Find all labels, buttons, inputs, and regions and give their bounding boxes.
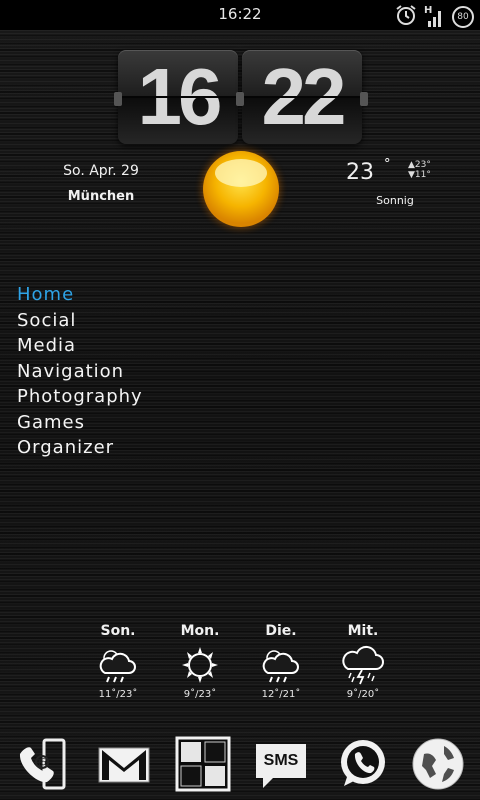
weather-date: So. Apr. 29 <box>63 163 139 179</box>
clock-hinge <box>360 92 368 106</box>
clock-hinge <box>114 92 122 106</box>
sun-icon <box>182 647 218 683</box>
rain-cloud-icon <box>99 650 136 683</box>
sms-button[interactable]: SMS <box>253 736 309 792</box>
menu-item-organizer[interactable]: Organizer <box>17 435 143 461</box>
app-dock: @ SMS <box>0 736 480 800</box>
phone-at-icon[interactable]: @ <box>14 736 70 792</box>
thunderstorm-icon <box>342 645 384 685</box>
clock-minutes[interactable]: 22 <box>242 50 362 144</box>
sun-icon[interactable] <box>190 140 292 238</box>
forecast-day[interactable]: Die. 12˚/21˚ <box>241 623 321 700</box>
whatsapp-icon[interactable] <box>334 736 390 792</box>
menu-item-games[interactable]: Games <box>17 410 143 436</box>
forecast-temps: 11˚/23˚ <box>98 689 138 700</box>
forecast-day[interactable]: Son. 11˚/23˚ <box>78 623 158 700</box>
forecast-day-label: Mit. <box>347 623 379 639</box>
sms-label: SMS <box>263 752 299 769</box>
status-icons: H 80 <box>394 3 474 31</box>
menu-item-home[interactable]: Home <box>17 282 143 308</box>
rain-cloud-icon <box>262 650 299 683</box>
browser-globe-icon[interactable] <box>410 736 466 792</box>
menu-item-social[interactable]: Social <box>17 308 143 334</box>
forecast-temps: 9˚/23˚ <box>183 689 217 700</box>
battery-icon: 80 <box>452 6 474 28</box>
forecast-temps: 9˚/20˚ <box>346 689 380 700</box>
menu-item-media[interactable]: Media <box>17 333 143 359</box>
degree-symbol: ° <box>384 157 391 172</box>
forecast-day-label: Son. <box>100 623 136 639</box>
weather-condition: Sonnig <box>376 194 414 207</box>
weather-city: München <box>67 189 135 204</box>
grid-icon[interactable] <box>175 736 231 792</box>
high-low-temps: ▲23° ▼11° <box>408 160 431 180</box>
alarm-icon <box>394 3 418 31</box>
high-temp: ▲23° <box>408 160 431 170</box>
low-temp: ▼11° <box>408 170 431 180</box>
forecast-day-label: Mon. <box>180 623 220 639</box>
forecast-day-label: Die. <box>265 623 297 639</box>
menu-item-photography[interactable]: Photography <box>17 384 143 410</box>
current-temperature: 23 <box>346 160 374 185</box>
forecast-day[interactable]: Mit. 9˚/20˚ <box>323 623 403 700</box>
menu-item-navigation[interactable]: Navigation <box>17 359 143 385</box>
clock-hours[interactable]: 16 <box>118 50 238 144</box>
gmail-icon[interactable] <box>96 736 152 792</box>
status-bar[interactable]: 16:22 H 80 <box>0 0 480 30</box>
clock-hinge <box>236 92 244 106</box>
signal-icon: H <box>424 5 446 29</box>
svg-text:@: @ <box>38 756 49 769</box>
home-menu: Home Social Media Navigation Photography… <box>17 282 143 461</box>
forecast-temps: 12˚/21˚ <box>261 689 301 700</box>
forecast-day[interactable]: Mon. 9˚/23˚ <box>160 623 240 700</box>
